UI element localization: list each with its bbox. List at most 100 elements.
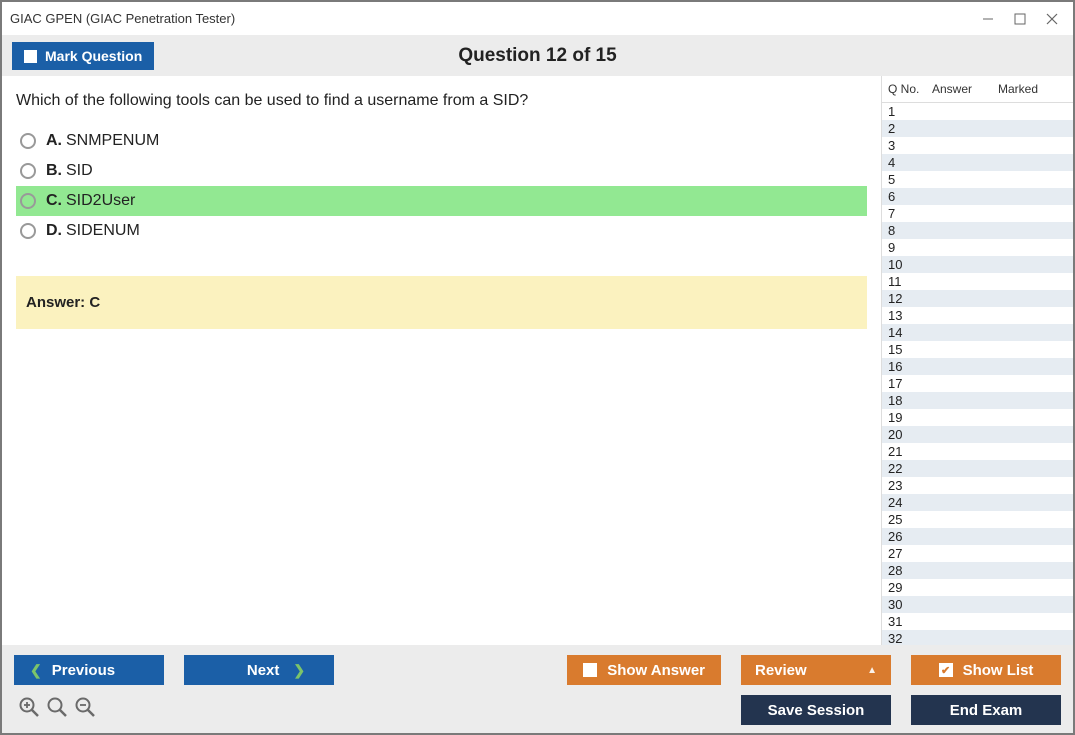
zoom-reset-icon[interactable] <box>46 696 68 724</box>
toolbar: Mark Question Question 12 of 15 <box>2 36 1073 76</box>
answer-box: Answer: C <box>16 276 867 329</box>
zoom-out-icon[interactable] <box>74 696 96 724</box>
previous-label: Previous <box>52 662 115 679</box>
footer-row-1: ❮ Previous Next ❯ Show Answer Review ▲ <box>14 655 1061 685</box>
mark-question-label: Mark Question <box>45 48 142 64</box>
list-item[interactable]: 10 <box>882 256 1073 273</box>
list-item[interactable]: 23 <box>882 477 1073 494</box>
choice-A[interactable]: A.SNMPENUM <box>16 126 867 156</box>
list-item[interactable]: 27 <box>882 545 1073 562</box>
list-item[interactable]: 19 <box>882 409 1073 426</box>
checkbox-icon <box>24 50 37 63</box>
next-label: Next <box>247 662 280 679</box>
footer-row-2: Save Session End Exam <box>14 695 1061 725</box>
list-item[interactable]: 6 <box>882 188 1073 205</box>
chevron-right-icon: ❯ <box>293 662 305 679</box>
choice-text: SNMPENUM <box>66 132 159 150</box>
radio-icon <box>20 163 36 179</box>
show-list-label: Show List <box>963 662 1034 679</box>
window-title: GIAC GPEN (GIAC Penetration Tester) <box>10 11 235 26</box>
choice-letter: A. <box>46 132 62 150</box>
list-item[interactable]: 4 <box>882 154 1073 171</box>
show-answer-button[interactable]: Show Answer <box>567 655 721 685</box>
titlebar: GIAC GPEN (GIAC Penetration Tester) <box>2 2 1073 36</box>
zoom-controls <box>14 696 96 724</box>
question-text: Which of the following tools can be used… <box>16 92 867 110</box>
list-item[interactable]: 25 <box>882 511 1073 528</box>
dropdown-arrow-icon: ▲ <box>867 665 877 676</box>
choice-text: SID2User <box>66 192 135 210</box>
choice-text: SIDENUM <box>66 222 140 240</box>
list-item[interactable]: 26 <box>882 528 1073 545</box>
session-buttons: Save Session End Exam <box>741 695 1061 725</box>
question-counter: Question 12 of 15 <box>2 45 1073 67</box>
header-answer: Answer <box>932 82 998 96</box>
list-item[interactable]: 32 <box>882 630 1073 645</box>
header-qno: Q No. <box>888 82 932 96</box>
question-list-rows[interactable]: 1234567891011121314151617181920212223242… <box>882 103 1073 645</box>
review-label: Review <box>755 662 807 679</box>
radio-icon <box>20 223 36 239</box>
end-exam-button[interactable]: End Exam <box>911 695 1061 725</box>
checkbox-icon <box>583 663 597 677</box>
list-item[interactable]: 2 <box>882 120 1073 137</box>
list-item[interactable]: 24 <box>882 494 1073 511</box>
maximize-icon[interactable] <box>1013 12 1027 26</box>
list-item[interactable]: 14 <box>882 324 1073 341</box>
list-item[interactable]: 5 <box>882 171 1073 188</box>
main-area: Which of the following tools can be used… <box>2 76 1073 645</box>
list-item[interactable]: 7 <box>882 205 1073 222</box>
question-content: Which of the following tools can be used… <box>2 76 881 645</box>
question-list-header: Q No. Answer Marked <box>882 76 1073 103</box>
choice-letter: D. <box>46 222 62 240</box>
list-item[interactable]: 29 <box>882 579 1073 596</box>
choice-text: SID <box>66 162 93 180</box>
list-item[interactable]: 17 <box>882 375 1073 392</box>
answer-label: Answer: <box>26 294 85 311</box>
next-button[interactable]: Next ❯ <box>184 655 334 685</box>
previous-button[interactable]: ❮ Previous <box>14 655 164 685</box>
nav-buttons: ❮ Previous Next ❯ <box>14 655 334 685</box>
choice-letter: C. <box>46 192 62 210</box>
save-session-label: Save Session <box>768 702 865 719</box>
list-item[interactable]: 1 <box>882 103 1073 120</box>
list-item[interactable]: 21 <box>882 443 1073 460</box>
close-icon[interactable] <box>1045 12 1059 26</box>
save-session-button[interactable]: Save Session <box>741 695 891 725</box>
choice-C[interactable]: C.SID2User <box>16 186 867 216</box>
mark-question-button[interactable]: Mark Question <box>12 42 154 70</box>
list-item[interactable]: 16 <box>882 358 1073 375</box>
answer-letter: C <box>89 294 100 311</box>
review-button[interactable]: Review ▲ <box>741 655 891 685</box>
list-item[interactable]: 20 <box>882 426 1073 443</box>
question-list-panel: Q No. Answer Marked 12345678910111213141… <box>881 76 1073 645</box>
choice-D[interactable]: D.SIDENUM <box>16 216 867 246</box>
checkbox-checked-icon: ✔ <box>939 663 953 677</box>
list-item[interactable]: 11 <box>882 273 1073 290</box>
list-item[interactable]: 8 <box>882 222 1073 239</box>
window-controls <box>981 12 1065 26</box>
choice-letter: B. <box>46 162 62 180</box>
app-window: GIAC GPEN (GIAC Penetration Tester) Mark… <box>0 0 1075 735</box>
choice-B[interactable]: B.SID <box>16 156 867 186</box>
list-item[interactable]: 9 <box>882 239 1073 256</box>
show-answer-label: Show Answer <box>607 662 705 679</box>
list-item[interactable]: 3 <box>882 137 1073 154</box>
list-item[interactable]: 30 <box>882 596 1073 613</box>
radio-icon <box>20 133 36 149</box>
footer: ❮ Previous Next ❯ Show Answer Review ▲ <box>2 645 1073 733</box>
action-buttons: Show Answer Review ▲ ✔ Show List <box>567 655 1061 685</box>
list-item[interactable]: 28 <box>882 562 1073 579</box>
chevron-left-icon: ❮ <box>30 662 42 679</box>
list-item[interactable]: 15 <box>882 341 1073 358</box>
header-marked: Marked <box>998 82 1069 96</box>
zoom-in-icon[interactable] <box>18 696 40 724</box>
choice-list: A.SNMPENUMB.SIDC.SID2UserD.SIDENUM <box>16 126 867 246</box>
list-item[interactable]: 12 <box>882 290 1073 307</box>
minimize-icon[interactable] <box>981 12 995 26</box>
list-item[interactable]: 18 <box>882 392 1073 409</box>
list-item[interactable]: 22 <box>882 460 1073 477</box>
list-item[interactable]: 13 <box>882 307 1073 324</box>
show-list-button[interactable]: ✔ Show List <box>911 655 1061 685</box>
list-item[interactable]: 31 <box>882 613 1073 630</box>
